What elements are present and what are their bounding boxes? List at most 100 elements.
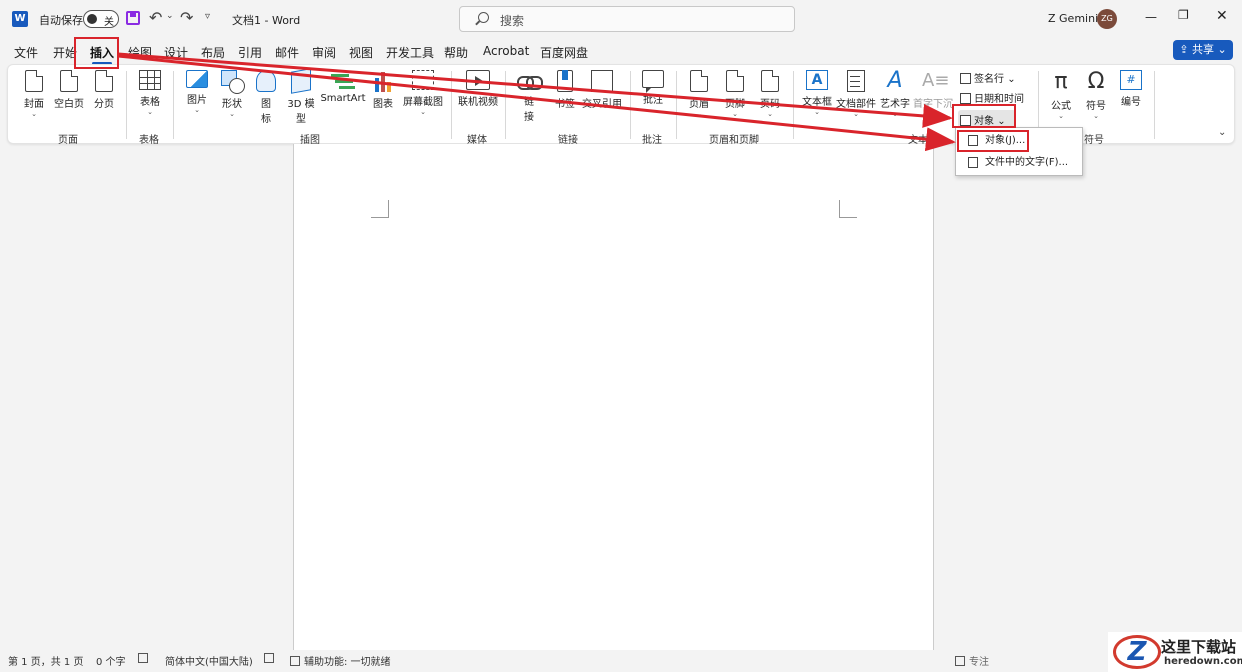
toggle-knob	[87, 14, 97, 24]
tab-design[interactable]: 设计	[164, 44, 188, 61]
tab-acrobat[interactable]: Acrobat	[483, 44, 529, 58]
user-name[interactable]: Z Gemini	[1048, 12, 1098, 25]
input-method-status[interactable]	[264, 653, 278, 665]
group-separator	[451, 71, 452, 139]
footer-button[interactable]: 页脚 ⌄	[721, 70, 749, 119]
tab-draw[interactable]: 绘图	[128, 44, 152, 61]
watermark-logo: Z	[1113, 635, 1161, 669]
signature-line-button[interactable]: 签名行 ⌄	[960, 70, 1016, 85]
link-label-line2: 接	[524, 112, 534, 123]
date-time-button[interactable]: 日期和时间	[960, 90, 1024, 105]
status-bar: 第 1 页，共 1 页 0 个字 简体中文(中国大陆) 辅助功能: 一切就绪 专…	[0, 650, 1242, 672]
wordart-label: 艺术字	[880, 99, 910, 110]
page-break-icon	[95, 70, 113, 92]
cover-page-button[interactable]: 封面 ⌄	[20, 70, 48, 119]
screenshot-button[interactable]: 屏幕截图 ⌄	[401, 70, 445, 117]
comment-button[interactable]: 批注	[638, 70, 668, 106]
tab-baidu-netdisk[interactable]: 百度网盘	[540, 44, 588, 61]
tab-view[interactable]: 视图	[349, 44, 373, 61]
chevron-down-icon: ⌄	[696, 110, 702, 118]
undo-icon[interactable]: ↶	[149, 8, 162, 27]
margin-corner-right	[839, 200, 857, 218]
shapes-button[interactable]: 形状 ⌄	[218, 70, 246, 119]
tab-review[interactable]: 审阅	[312, 44, 336, 61]
tab-references[interactable]: 引用	[238, 44, 262, 61]
menu-item-text-from-file[interactable]: 文件中的文字(F)...	[959, 152, 1080, 173]
save-icon[interactable]	[126, 11, 140, 25]
tab-mailings[interactable]: 邮件	[275, 44, 299, 61]
icons-button[interactable]: 图标	[254, 70, 278, 125]
wordart-button[interactable]: A 艺术字 ⌄	[879, 70, 911, 119]
link-label-line1: 链	[524, 97, 534, 108]
omega-icon: Ω	[1087, 69, 1105, 94]
video-icon	[466, 70, 490, 90]
cross-reference-button[interactable]: 交叉引用	[581, 70, 623, 110]
autosave-label: 自动保存	[39, 14, 83, 27]
symbol-label: 符号	[1086, 101, 1106, 112]
accessibility-status[interactable]: 辅助功能: 一切就绪	[290, 653, 391, 668]
menu-item-text-from-file-label: 文件中的文字(F)...	[985, 157, 1069, 168]
collapse-ribbon-icon[interactable]: ⌄	[1218, 127, 1226, 138]
table-button[interactable]: 表格 ⌄	[136, 70, 164, 117]
symbol-button[interactable]: Ω 符号 ⌄	[1081, 70, 1111, 121]
screenshot-icon	[412, 70, 434, 90]
wordart-icon: A	[887, 68, 903, 93]
margin-corner-left	[371, 200, 389, 218]
share-button[interactable]: ⇪ 共享 ⌄	[1173, 40, 1233, 60]
pictures-button[interactable]: 图片 ⌄	[183, 70, 211, 115]
cross-reference-label: 交叉引用	[582, 99, 622, 110]
tab-layout[interactable]: 布局	[201, 44, 225, 61]
pi-icon: π	[1054, 69, 1068, 94]
equation-button[interactable]: π 公式 ⌄	[1046, 70, 1076, 121]
chevron-down-icon: ⌄	[31, 110, 37, 118]
blank-page-button[interactable]: 空白页	[52, 70, 86, 110]
document-page[interactable]	[293, 144, 934, 650]
drop-cap-label: 首字下沉	[913, 99, 953, 110]
customize-qat-icon[interactable]: ▿	[205, 11, 210, 22]
accessibility-label: 辅助功能: 一切就绪	[304, 657, 391, 668]
group-separator	[676, 71, 677, 139]
restore-icon[interactable]: ❐	[1178, 8, 1189, 22]
page-number-button[interactable]: 页码 ⌄	[756, 70, 784, 119]
bookmark-button[interactable]: 书签	[552, 70, 578, 110]
table-icon	[139, 70, 161, 90]
language-status[interactable]: 简体中文(中国大陆)	[165, 653, 253, 668]
word-count[interactable]: 0 个字	[96, 653, 126, 668]
group-label-pages: 页面	[58, 135, 78, 146]
avatar[interactable]: ZG	[1097, 9, 1117, 29]
page-break-label: 分页	[94, 99, 114, 110]
page-count[interactable]: 第 1 页，共 1 页	[8, 653, 83, 668]
search-input[interactable]: 搜索	[459, 6, 795, 32]
3d-models-label-line1: 3D 模	[287, 99, 315, 110]
chevron-down-icon: ⌄	[147, 108, 153, 116]
chart-button[interactable]: 图表	[370, 70, 396, 110]
autosave-state: 关	[104, 17, 114, 28]
word-logo-icon: W	[12, 11, 28, 27]
tab-file[interactable]: 文件	[14, 44, 38, 61]
close-icon[interactable]: ✕	[1216, 8, 1228, 24]
tab-help[interactable]: 帮助	[444, 44, 468, 61]
ribbon-tabs: 文件 开始 插入 绘图 设计 布局 引用 邮件 审阅 视图 开发工具 帮助 Ac…	[0, 38, 1242, 65]
header-button[interactable]: 页眉 ⌄	[685, 70, 713, 119]
shapes-icon	[221, 70, 245, 94]
textbox-button[interactable]: A 文本框 ⌄	[800, 70, 834, 117]
online-video-button[interactable]: 联机视频	[457, 70, 499, 108]
redo-icon[interactable]: ↷	[180, 8, 193, 27]
chevron-down-icon[interactable]: ⌄	[166, 11, 174, 21]
quick-parts-button[interactable]: 文档部件 ⌄	[836, 70, 876, 119]
drop-cap-button[interactable]: A≡ 首字下沉	[912, 70, 954, 110]
page-break-button[interactable]: 分页	[90, 70, 118, 110]
smartart-button[interactable]: SmartArt	[320, 70, 366, 104]
minimize-icon[interactable]: —	[1145, 10, 1157, 24]
proofing-status[interactable]	[138, 653, 152, 665]
drop-cap-icon: A≡	[922, 70, 950, 91]
picture-icon	[186, 70, 208, 88]
autosave-toggle[interactable]: 关	[83, 10, 119, 28]
cross-reference-icon	[591, 70, 613, 92]
link-button[interactable]: 链接	[515, 70, 543, 123]
3d-models-button[interactable]: 3D 模型	[286, 68, 316, 125]
chevron-down-icon: ⌄	[853, 110, 859, 118]
tab-developer[interactable]: 开发工具	[386, 44, 434, 61]
focus-mode[interactable]: 专注	[955, 653, 989, 668]
number-button[interactable]: # 编号	[1116, 70, 1146, 108]
